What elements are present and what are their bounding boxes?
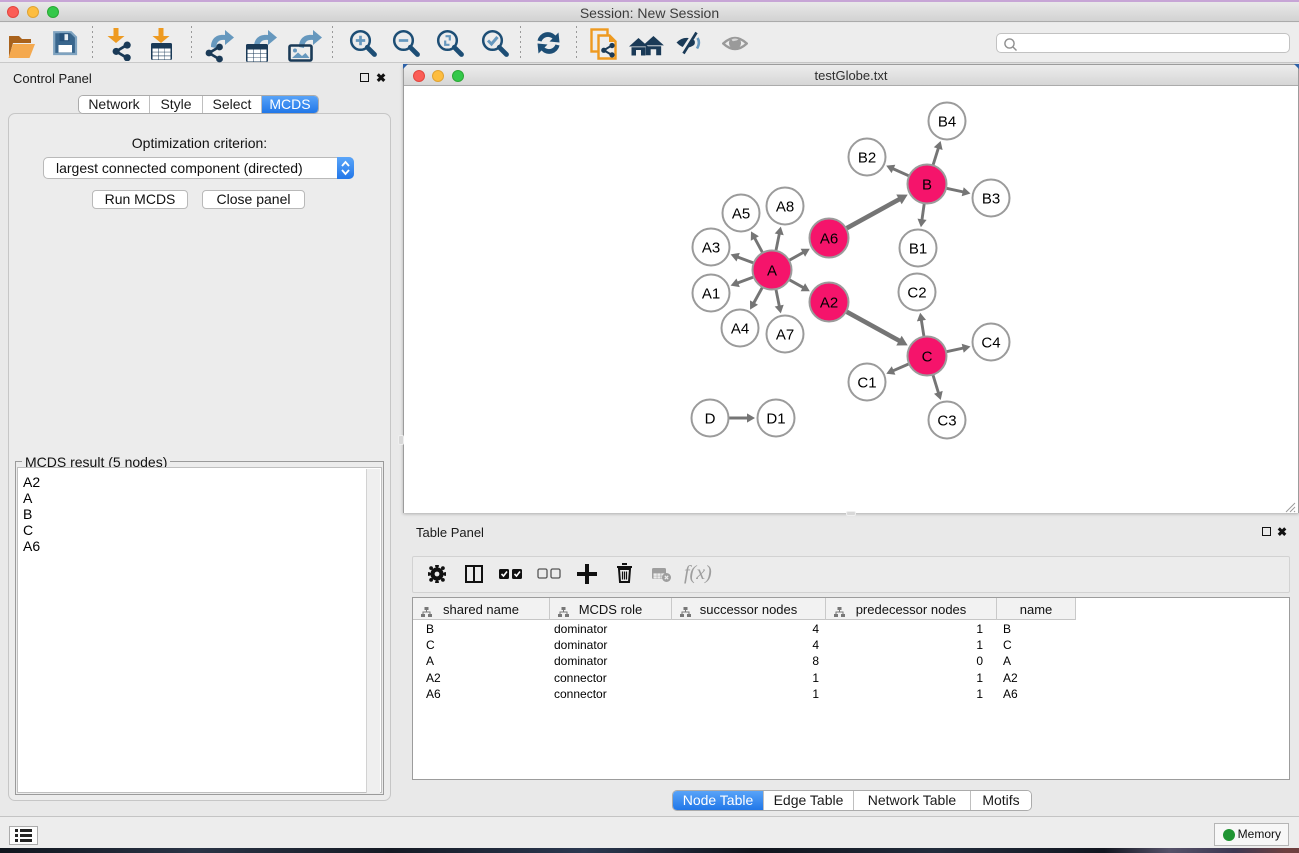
svg-text:C: C <box>922 348 933 365</box>
svg-text:B: B <box>922 176 932 193</box>
svg-text:B3: B3 <box>982 190 1000 207</box>
svg-text:D1: D1 <box>766 410 785 427</box>
svg-text:C4: C4 <box>981 334 1000 351</box>
svg-text:A1: A1 <box>702 285 720 302</box>
svg-text:B1: B1 <box>909 240 927 257</box>
svg-text:A4: A4 <box>731 320 749 337</box>
svg-text:A7: A7 <box>776 326 794 343</box>
svg-text:A5: A5 <box>732 205 750 222</box>
svg-text:A3: A3 <box>702 239 720 256</box>
svg-text:C1: C1 <box>857 374 876 391</box>
svg-text:A8: A8 <box>776 198 794 215</box>
svg-text:C2: C2 <box>907 284 926 301</box>
svg-text:B4: B4 <box>938 113 956 130</box>
svg-text:B2: B2 <box>858 149 876 166</box>
svg-text:A2: A2 <box>820 294 838 311</box>
svg-text:A6: A6 <box>820 230 838 247</box>
svg-text:f(x): f(x) <box>684 562 712 584</box>
svg-text:C3: C3 <box>937 412 956 429</box>
svg-text:D: D <box>705 410 716 427</box>
svg-text:A: A <box>767 262 777 279</box>
